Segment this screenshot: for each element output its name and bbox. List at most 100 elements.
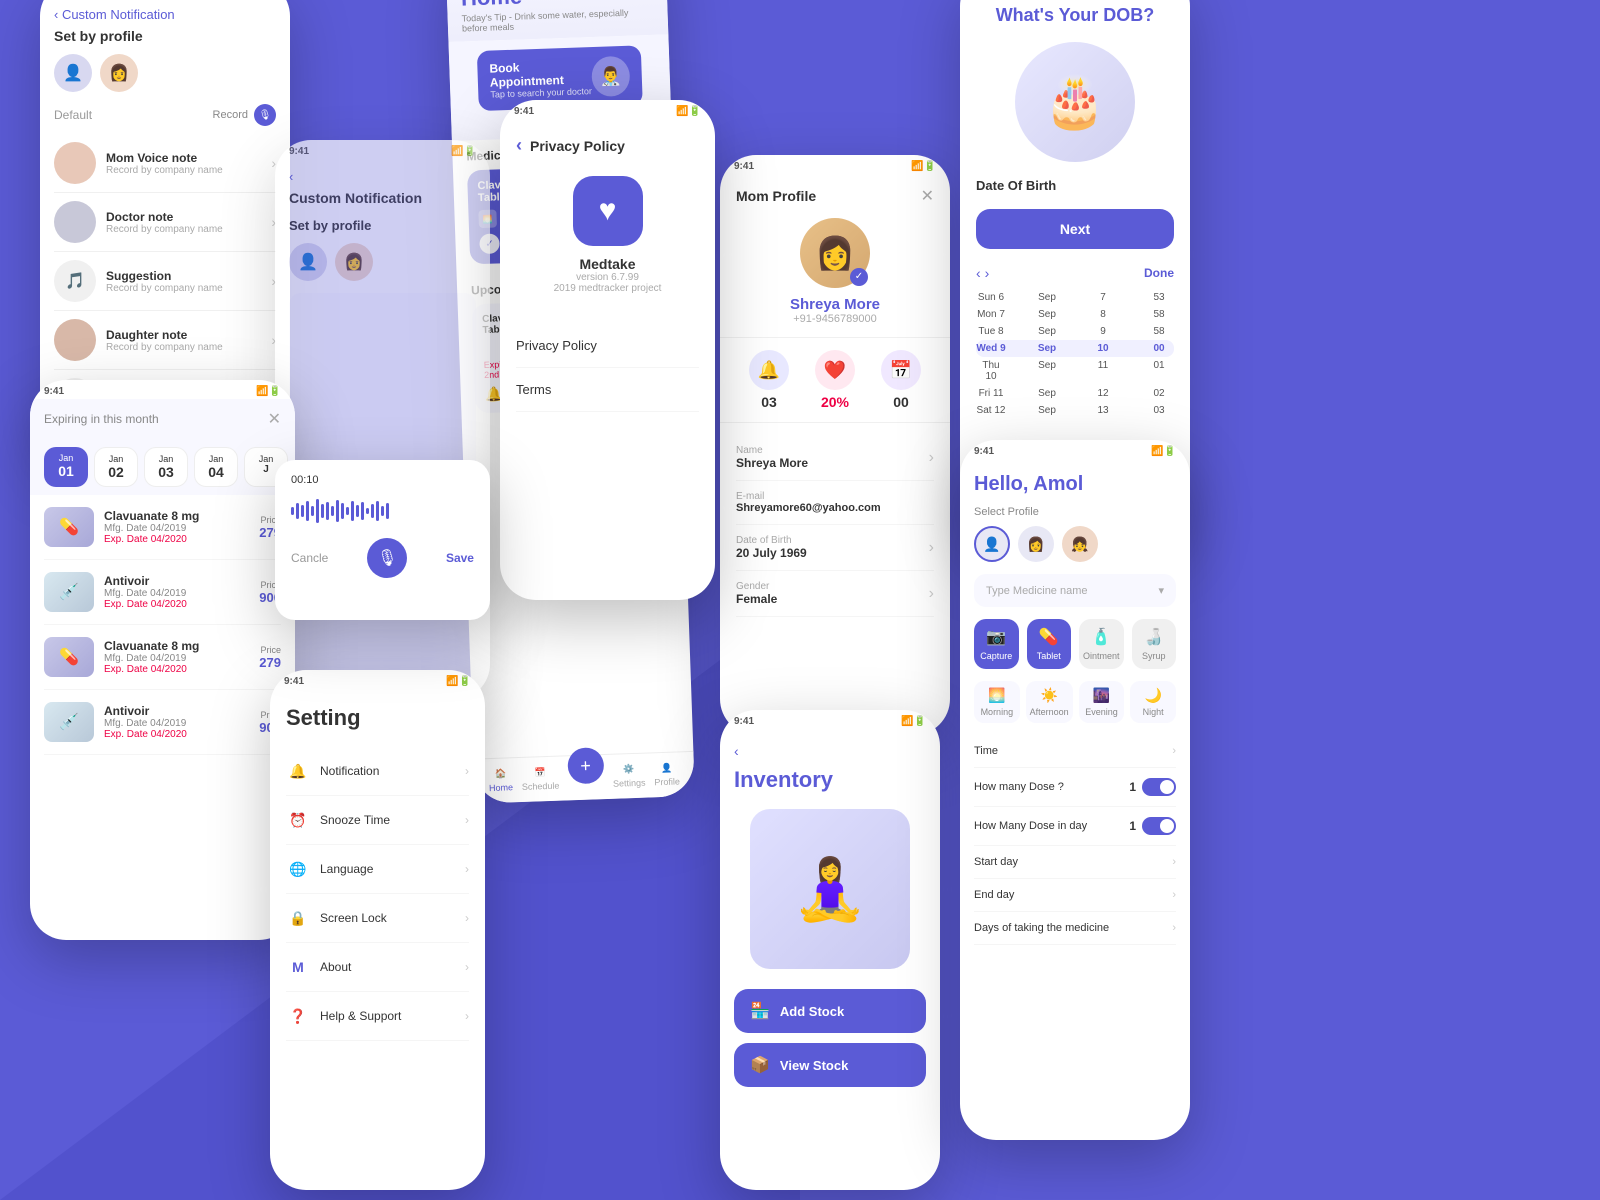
exp-item-3[interactable]: 💉 Antivoir Mfg. Date 04/2019 Exp. Date 0… bbox=[44, 690, 281, 755]
type-label-syrup: Syrup bbox=[1142, 651, 1166, 661]
close-icon[interactable]: ✕ bbox=[268, 409, 281, 429]
privacy-link[interactable]: Privacy Policy bbox=[516, 324, 699, 368]
date-pill-03[interactable]: Jan 03 bbox=[144, 447, 188, 487]
date-pill-02[interactable]: Jan 02 bbox=[94, 447, 138, 487]
exp-item-2[interactable]: 💊 Clavuanate 8 mg Mfg. Date 04/2019 Exp.… bbox=[44, 625, 281, 690]
cancel-button[interactable]: Cancle bbox=[291, 551, 328, 565]
nav-settings[interactable]: ⚙️ Settings bbox=[612, 764, 645, 789]
record-row: Record 🎙 bbox=[213, 104, 276, 126]
setting-snooze[interactable]: ⏰ Snooze Time › bbox=[286, 796, 469, 845]
list-item[interactable]: Daughter note Record by company name › bbox=[54, 311, 276, 370]
app-version: version 6.7.99 2019 medtracker project bbox=[516, 272, 699, 294]
list-item[interactable]: 🎵 Suggestion Record by company name › bbox=[54, 252, 276, 311]
setting-help[interactable]: ❓ Help & Support › bbox=[286, 992, 469, 1041]
cal-time-0: 53 bbox=[1144, 292, 1174, 303]
note-info-mom: Mom Voice note Record by company name bbox=[106, 151, 261, 176]
field-gender[interactable]: Gender Female › bbox=[736, 571, 934, 617]
profile-avatar-2[interactable]: 👩 bbox=[1018, 526, 1054, 562]
phone-mom-profile: 9:41 📶🔋 Mom Profile ✕ 👩 Shreya More +91-… bbox=[720, 155, 950, 735]
exp-item-0[interactable]: 💊 Clavuanate 8 mg Mfg. Date 04/2019 Exp.… bbox=[44, 495, 281, 560]
medicine-name-input[interactable]: Type Medicine name ▾ bbox=[974, 574, 1176, 607]
exp-item-1[interactable]: 💉 Antivoir Mfg. Date 04/2019 Exp. Date 0… bbox=[44, 560, 281, 625]
record-label: Record bbox=[213, 109, 248, 121]
avatar-1[interactable]: 👤 bbox=[54, 54, 92, 92]
field-gender-col: Gender Female bbox=[736, 581, 777, 606]
type-btn-syrup[interactable]: 🍶 Syrup bbox=[1132, 619, 1177, 669]
days-taking-label: Days of taking the medicine bbox=[974, 922, 1109, 934]
field-dob[interactable]: Date of Birth 20 July 1969 › bbox=[736, 525, 934, 571]
default-row: Default Record 🎙 bbox=[54, 104, 276, 126]
note-info-daughter: Daughter note Record by company name bbox=[106, 328, 261, 353]
days-taking-row[interactable]: Days of taking the medicine › bbox=[974, 912, 1176, 945]
cal-prev-icon[interactable]: ‹ bbox=[976, 265, 981, 281]
book-btn-text: Book Appointment Tap to search your doct… bbox=[489, 58, 592, 100]
record-badge[interactable]: 🎙 bbox=[254, 104, 276, 126]
setting-screen-lock[interactable]: 🔒 Screen Lock › bbox=[286, 894, 469, 943]
avatar-2[interactable]: 👩 bbox=[100, 54, 138, 92]
start-day-label: Start day bbox=[974, 856, 1018, 868]
cal-time-4: 01 bbox=[1144, 360, 1174, 382]
tod-morning[interactable]: 🌅 Morning bbox=[974, 681, 1020, 723]
cal-row-3[interactable]: Wed 9 Sep 10 00 bbox=[976, 340, 1174, 357]
dose-toggle[interactable]: 1 bbox=[1129, 778, 1176, 796]
wave-bar bbox=[321, 504, 324, 518]
mic-button[interactable]: 🎙 bbox=[367, 538, 407, 578]
type-btn-capture[interactable]: 📷 Capture bbox=[974, 619, 1019, 669]
dose-toggle-track[interactable] bbox=[1142, 778, 1176, 796]
default-label: Default bbox=[54, 108, 92, 122]
dose-day-toggle[interactable]: 1 bbox=[1129, 817, 1176, 835]
type-btn-tablet[interactable]: 💊 Tablet bbox=[1027, 619, 1072, 669]
back-button-1[interactable]: ‹ Custom Notification bbox=[54, 7, 276, 22]
profile-avatars-row: 👤 👩 👧 bbox=[974, 526, 1176, 562]
phone-expiring: 9:41 📶🔋 Expiring in this month ✕ Jan 01 … bbox=[30, 380, 295, 940]
start-day-row[interactable]: Start day › bbox=[974, 846, 1176, 879]
end-day-row[interactable]: End day › bbox=[974, 879, 1176, 912]
type-btn-ointment[interactable]: 🧴 Ointment bbox=[1079, 619, 1124, 669]
hello-title: Hello, Amol bbox=[974, 473, 1176, 496]
save-button[interactable]: Save bbox=[446, 551, 474, 565]
nav-add-button[interactable]: + bbox=[567, 747, 604, 784]
back-button-4[interactable]: ‹ bbox=[289, 169, 476, 184]
terms-link[interactable]: Terms bbox=[516, 368, 699, 412]
next-button[interactable]: Next bbox=[976, 209, 1174, 249]
setting-language[interactable]: 🌐 Language › bbox=[286, 845, 469, 894]
time-row[interactable]: Time › bbox=[974, 735, 1176, 768]
done-label[interactable]: Done bbox=[1144, 266, 1174, 280]
nav-profile[interactable]: 👤 Profile bbox=[654, 762, 680, 787]
profile-avatar-1[interactable]: 👤 bbox=[974, 526, 1010, 562]
view-stock-button[interactable]: 📦 View Stock bbox=[734, 1043, 926, 1087]
status-bar-10: 9:41 📶🔋 bbox=[720, 710, 940, 729]
cal-next-icon[interactable]: › bbox=[985, 265, 990, 281]
date-day-j: J bbox=[263, 464, 269, 475]
list-item[interactable]: Mom Voice note Record by company name › bbox=[54, 134, 276, 193]
list-item[interactable]: Doctor note Record by company name › bbox=[54, 193, 276, 252]
date-pill-04[interactable]: Jan 04 bbox=[194, 447, 238, 487]
profile-name: Shreya More bbox=[720, 296, 950, 313]
back-arrow-icon[interactable]: ‹ bbox=[516, 135, 522, 156]
setting-notification[interactable]: 🔔 Notification › bbox=[286, 747, 469, 796]
dose-day-toggle-track[interactable] bbox=[1142, 817, 1176, 835]
notification-label: Notification bbox=[320, 764, 379, 778]
wave-bar bbox=[361, 502, 364, 520]
nav-home[interactable]: 🏠 Home bbox=[488, 768, 513, 793]
setting-about[interactable]: M About › bbox=[286, 943, 469, 992]
note-sub-daughter: Record by company name bbox=[106, 342, 261, 353]
afternoon-label: Afternoon bbox=[1030, 707, 1069, 717]
setting-item-left-1: ⏰ Snooze Time bbox=[286, 808, 390, 832]
time-field-label: Time bbox=[974, 745, 998, 757]
stat-notifications: 🔔 03 bbox=[749, 350, 789, 410]
inventory-title: Inventory bbox=[734, 767, 926, 793]
calendar-nav: ‹ › Done bbox=[976, 265, 1174, 281]
nav-schedule[interactable]: 📅 Schedule bbox=[521, 767, 559, 792]
close-button[interactable]: ✕ bbox=[921, 186, 934, 206]
date-pill-01[interactable]: Jan 01 bbox=[44, 447, 88, 487]
add-stock-button[interactable]: 🏪 Add Stock bbox=[734, 989, 926, 1033]
profile-avatar-3[interactable]: 👧 bbox=[1062, 526, 1098, 562]
inventory-inner: ‹ Inventory 🧘‍♀️ 🏪 Add Stock 📦 View Stoc… bbox=[720, 729, 940, 1111]
tod-afternoon[interactable]: ☀️ Afternoon bbox=[1026, 681, 1073, 723]
inventory-back[interactable]: ‹ bbox=[734, 743, 926, 759]
tod-evening[interactable]: 🌆 Evening bbox=[1079, 681, 1125, 723]
note-name-mom: Mom Voice note bbox=[106, 151, 261, 165]
date-day-2: 03 bbox=[158, 464, 174, 480]
tod-night[interactable]: 🌙 Night bbox=[1130, 681, 1176, 723]
